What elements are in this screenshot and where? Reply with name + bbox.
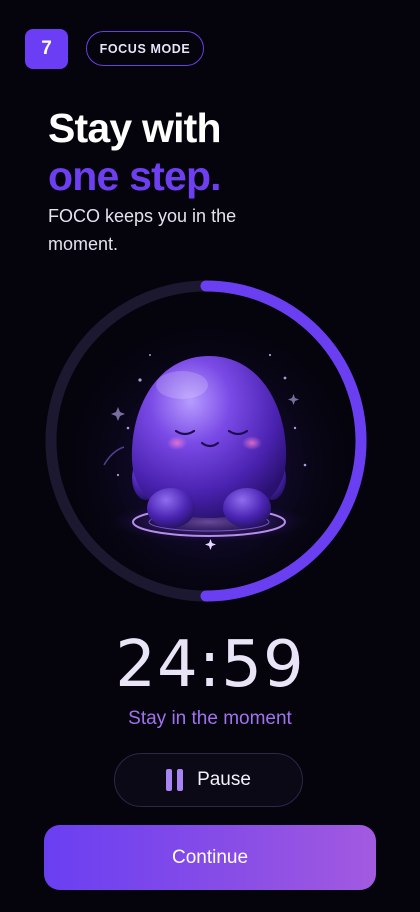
step-badge: 7 <box>25 29 68 69</box>
step-number: 7 <box>41 38 52 59</box>
timer-ring <box>0 260 420 630</box>
pause-button[interactable]: Pause <box>114 753 303 807</box>
continue-label: Continue <box>171 846 249 868</box>
headline: Stay with one step. <box>48 104 222 200</box>
mode-label: FOCUS MODE <box>99 41 191 56</box>
focus-screen: 7 FOCUS MODE Stay with one step. FOCO ke… <box>0 0 420 912</box>
headline-line-1: Stay with <box>48 105 222 151</box>
continue-button[interactable]: Continue <box>44 825 376 890</box>
timer-caption: Stay in the moment <box>128 708 292 729</box>
mode-pill: FOCUS MODE <box>86 31 204 66</box>
timer-display: 24:59 <box>115 628 305 702</box>
subtitle: FOCO keeps you in the moment. <box>48 206 237 254</box>
pause-icon <box>166 769 184 791</box>
pause-label: Pause <box>197 769 251 790</box>
timer-ring-svg <box>45 280 367 602</box>
headline-line-2: one step. <box>48 153 222 199</box>
